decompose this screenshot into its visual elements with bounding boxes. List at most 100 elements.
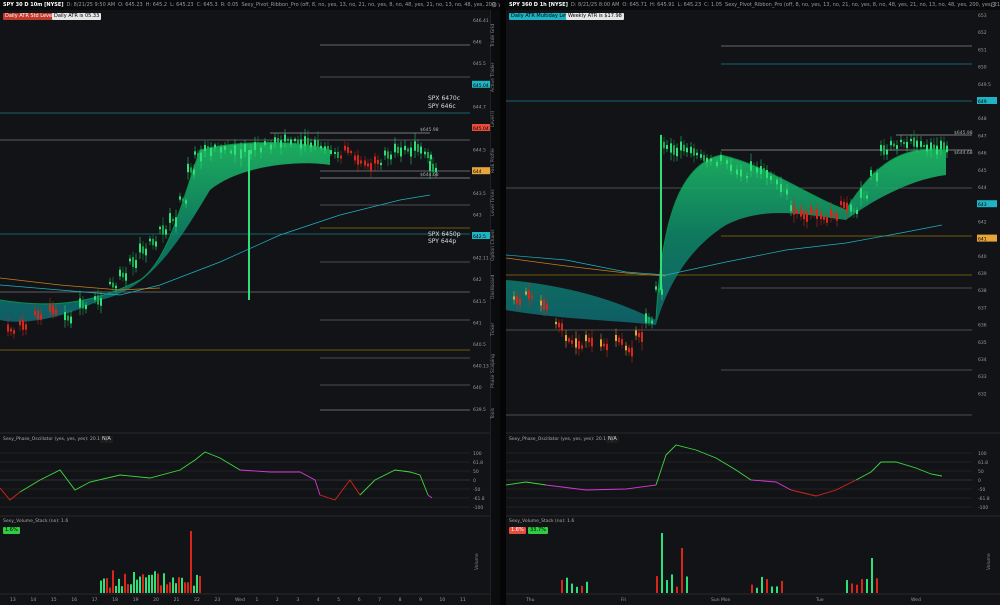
candle-body bbox=[519, 298, 521, 306]
candle-body bbox=[850, 204, 852, 212]
candle-body bbox=[109, 281, 111, 285]
candle-body bbox=[149, 238, 151, 242]
candle-body bbox=[603, 343, 605, 347]
candle-body bbox=[360, 160, 362, 164]
candle-body bbox=[913, 137, 915, 147]
candle-body bbox=[568, 338, 570, 342]
toolbar-tab[interactable]: Ticker bbox=[491, 309, 500, 349]
toolbar-tab[interactable]: Phase Scalping bbox=[491, 351, 500, 391]
oscillator-line bbox=[750, 479, 792, 491]
candle-body bbox=[250, 150, 252, 154]
gear-icon[interactable]: ⚙ bbox=[990, 1, 996, 9]
volume-bar bbox=[571, 583, 573, 593]
price-axis-label: 652 bbox=[978, 30, 987, 36]
volume-bar bbox=[561, 579, 563, 593]
toolbar-tab[interactable]: Risk Profile bbox=[491, 141, 500, 181]
left-price-chart[interactable]: 646.41 646 645.5 645.04 644.7 645.04 644.5 644 6… bbox=[0, 0, 500, 605]
price-axis-label: 638 bbox=[978, 288, 987, 294]
toolbar-tab[interactable]: Level Times bbox=[491, 183, 500, 223]
price-axis-label: 643 bbox=[473, 212, 482, 218]
candle-body bbox=[162, 225, 164, 235]
volume-bar bbox=[178, 577, 180, 593]
volume-bar bbox=[154, 571, 156, 593]
candle-body bbox=[648, 317, 650, 323]
left-side-toolbar[interactable]: Trade Grid Active Trader Level II Risk Prof… bbox=[490, 10, 500, 605]
candle-body bbox=[615, 334, 617, 342]
volume-bar bbox=[118, 578, 120, 593]
toolbar-tab[interactable]: Active Trader bbox=[491, 57, 500, 97]
candle-body bbox=[820, 212, 822, 220]
x-axis-label: 2 bbox=[276, 597, 279, 603]
candle-body bbox=[923, 144, 925, 148]
candle-body bbox=[10, 328, 12, 332]
candle-body bbox=[67, 315, 69, 321]
candle-body bbox=[555, 321, 557, 325]
candle-body bbox=[327, 145, 329, 155]
candle-body bbox=[159, 226, 161, 230]
oscillator-axis-label: -50 bbox=[473, 487, 480, 493]
toolbar-tab[interactable]: Option Chains bbox=[491, 225, 500, 265]
candle-body bbox=[207, 146, 209, 154]
candle-body bbox=[210, 147, 212, 157]
volume-bar bbox=[100, 580, 102, 593]
candle-body bbox=[546, 304, 548, 310]
x-axis-label: 22 bbox=[194, 597, 200, 603]
candle-body bbox=[561, 323, 563, 331]
candle-body bbox=[214, 144, 216, 148]
x-axis-label: 11 bbox=[460, 597, 466, 603]
price-axis-label: 642.11 bbox=[473, 256, 489, 262]
toolbar-tab[interactable]: Trade Grid bbox=[491, 15, 500, 55]
price-axis-label: 642.5 bbox=[473, 234, 486, 240]
price-axis-label: 636 bbox=[978, 323, 987, 329]
price-axis-label: 649.5 bbox=[978, 82, 991, 88]
volume-bar bbox=[196, 574, 198, 593]
volume-axis-label: Volume bbox=[986, 553, 992, 570]
candle-body bbox=[730, 164, 732, 172]
candle-body bbox=[187, 163, 189, 173]
price-axis-label: 639.5 bbox=[473, 407, 486, 413]
price-axis-label: 644 bbox=[473, 169, 482, 175]
spx-put-annotation: SPX 6450p bbox=[428, 231, 461, 238]
candle-body bbox=[720, 155, 722, 161]
right-price-chart[interactable]: 653 652 651 650 649.5 649 648 647 646 645 644 643 64… bbox=[506, 0, 1000, 605]
toolbar-tab[interactable]: Dashboard bbox=[491, 267, 500, 307]
gear-icon[interactable]: ⚙ bbox=[491, 1, 497, 9]
candle-body bbox=[933, 144, 935, 152]
candle-body bbox=[22, 320, 24, 330]
price-axis-label: 653 bbox=[978, 13, 987, 19]
price-axis-label: 646.41 bbox=[473, 18, 489, 24]
candle-body bbox=[588, 337, 590, 343]
price-axis-label: 641 bbox=[978, 237, 987, 243]
candle-body bbox=[374, 156, 376, 164]
x-axis-label: 3 bbox=[296, 597, 299, 603]
price-axis-label: 645 bbox=[978, 168, 987, 174]
volume-bar bbox=[656, 576, 658, 593]
spx-call-annotation: SPX 6470c bbox=[428, 95, 460, 102]
candle-body bbox=[625, 345, 627, 351]
left-chart-pane[interactable]: SPY 30 D 10m [NYSE] D: 8/21/25 9:50 AM O: … bbox=[0, 0, 500, 605]
volume-bar bbox=[115, 585, 117, 593]
volume-bar bbox=[139, 576, 141, 593]
volume-bar bbox=[766, 579, 768, 593]
candle-body bbox=[651, 320, 653, 324]
candle-body bbox=[37, 310, 39, 320]
candle-body bbox=[661, 289, 663, 295]
candle-body bbox=[227, 145, 229, 155]
volume-bar bbox=[103, 578, 105, 593]
candle-body bbox=[528, 290, 530, 300]
oscillator-line bbox=[359, 469, 429, 496]
price-axis-label: 650 bbox=[978, 65, 987, 71]
oscillator-axis-label: 50 bbox=[978, 469, 984, 475]
candle-body bbox=[836, 213, 838, 221]
oscillator-axis-label: 0 bbox=[473, 478, 476, 484]
toolbar-tab[interactable]: Level II bbox=[491, 99, 500, 139]
oscillator-line bbox=[239, 469, 321, 496]
candle-body bbox=[197, 153, 199, 157]
volume-bar bbox=[124, 573, 126, 593]
price-axis-label: 643 bbox=[978, 202, 987, 208]
right-chart-pane[interactable]: SPY 360 D 1h [NYSE] D: 8/21/25 8:00 AM O: … bbox=[506, 0, 1000, 605]
volume-bar bbox=[172, 577, 174, 593]
toolbar-tab[interactable]: Tools bbox=[491, 393, 500, 433]
candle-body bbox=[823, 216, 825, 220]
candle-body bbox=[571, 340, 573, 344]
